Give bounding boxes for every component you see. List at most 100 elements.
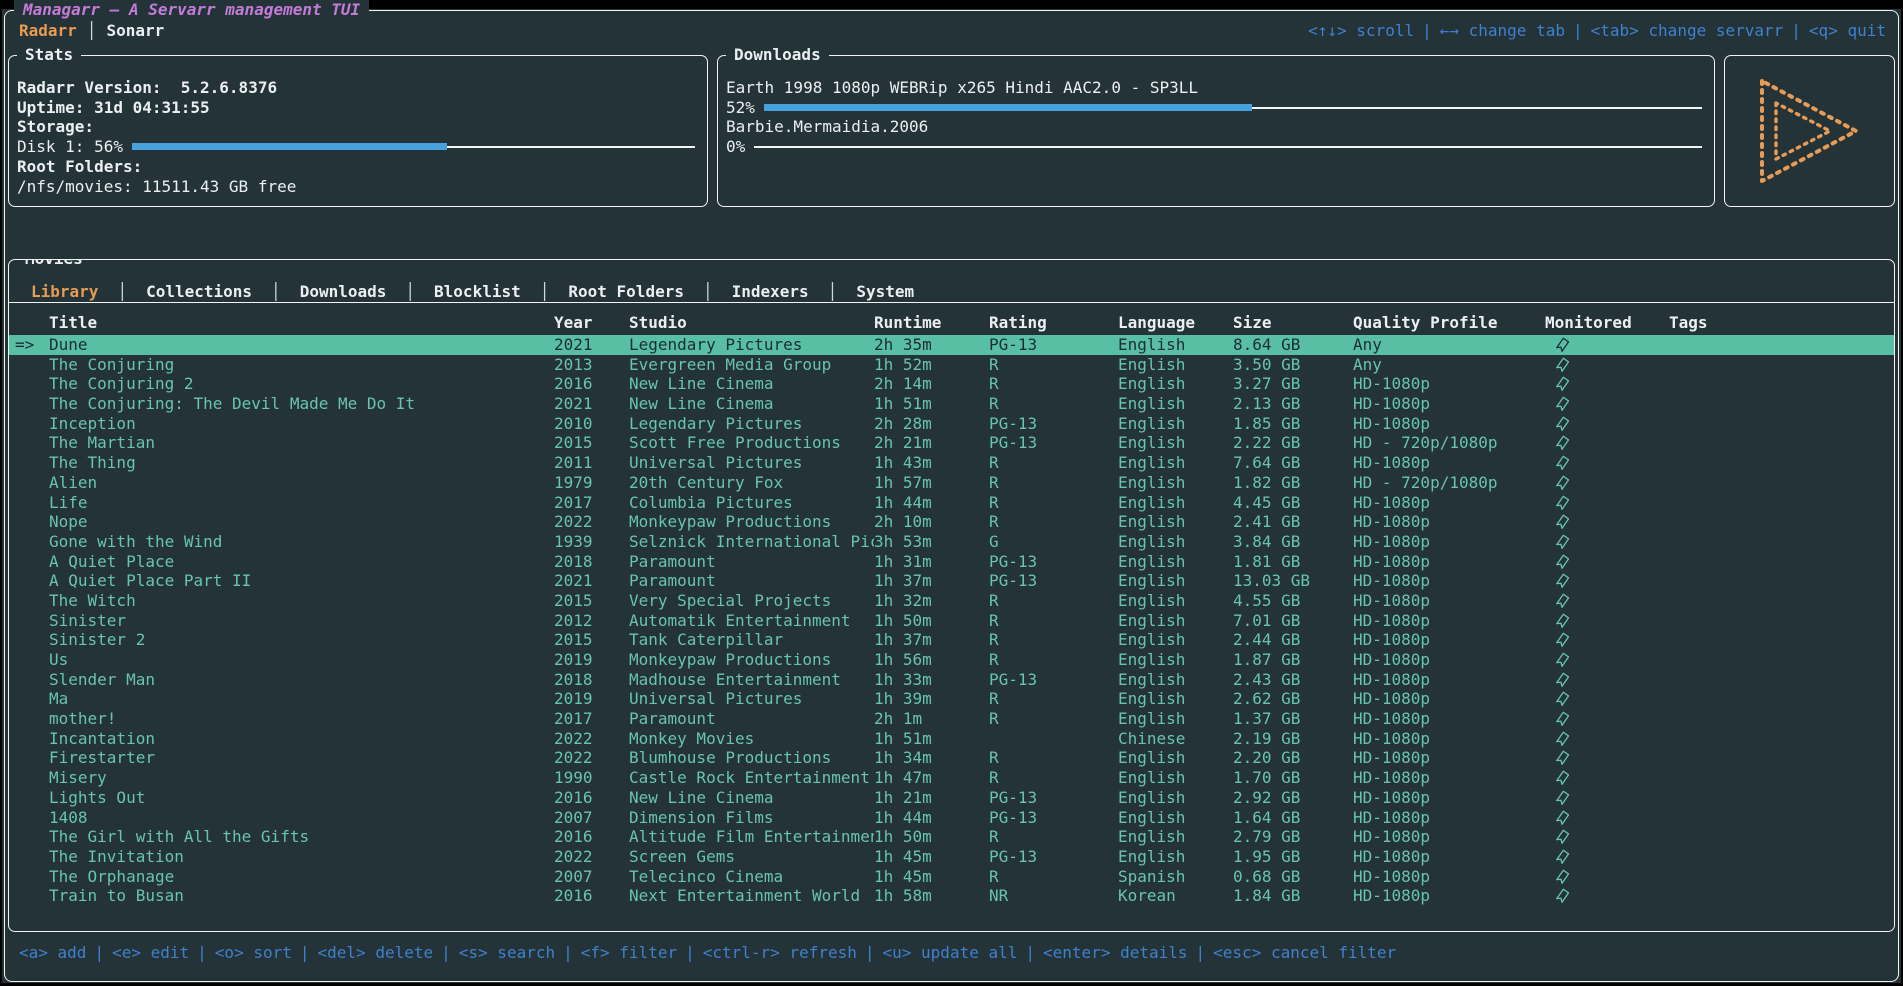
movie-row-a-quiet-place[interactable]: A Quiet Place2018Paramount1h 31mPG-13Eng… xyxy=(9,552,1894,572)
movie-row-ma[interactable]: Ma2019Universal Pictures1h 39mREnglish2.… xyxy=(9,689,1894,709)
hint-separator: | xyxy=(1414,21,1440,40)
movie-row-the-martian[interactable]: The Martian2015Scott Free Productions2h … xyxy=(9,433,1894,453)
cell: 2016 xyxy=(554,886,629,906)
download-item-name: Barbie.Mermaidia.2006 xyxy=(726,117,1702,137)
hint-label: refresh xyxy=(780,943,857,962)
cell: HD-1080p xyxy=(1353,788,1545,808)
cell: 2.62 GB xyxy=(1233,689,1353,709)
movie-row-the-orphanage[interactable]: The Orphanage2007Telecinco Cinema1h 45mR… xyxy=(9,867,1894,887)
monitored-bookmark-icon xyxy=(1555,750,1570,766)
movie-row-alien[interactable]: Alien197920th Century Fox1h 57mREnglish1… xyxy=(9,473,1894,493)
hint-separator: | xyxy=(1188,943,1214,962)
cell: 2.13 GB xyxy=(1233,394,1353,414)
monitored-cell xyxy=(1545,729,1669,749)
movie-row-us[interactable]: Us2019Monkeypaw Productions1h 56mREnglis… xyxy=(9,650,1894,670)
hint-separator: | xyxy=(857,943,883,962)
tab-divider: │ xyxy=(529,282,561,301)
movie-row-the-invitation[interactable]: The Invitation2022Screen Gems1h 45mPG-13… xyxy=(9,847,1894,867)
monitored-bookmark-icon xyxy=(1555,632,1570,648)
cell: English xyxy=(1118,552,1233,572)
monitored-bookmark-icon xyxy=(1555,691,1570,707)
cell: HD-1080p xyxy=(1353,512,1545,532)
cell: 1h 37m xyxy=(874,630,989,650)
tags-cell xyxy=(1669,552,1894,572)
movie-row-nope[interactable]: Nope2022Monkeypaw Productions2h 10mREngl… xyxy=(9,512,1894,532)
cell: Life xyxy=(49,493,554,513)
movie-row-sinister[interactable]: Sinister2012Automatik Entertainment1h 50… xyxy=(9,611,1894,631)
cell: English xyxy=(1118,650,1233,670)
movie-row-lights-out[interactable]: Lights Out2016New Line Cinema1h 21mPG-13… xyxy=(9,788,1894,808)
monitored-bookmark-icon xyxy=(1555,672,1570,688)
tags-cell xyxy=(1669,571,1894,591)
cell: Monkey Movies xyxy=(629,729,874,749)
servarr-tab-radarr[interactable]: Radarr xyxy=(11,21,85,40)
cell: 2h 35m xyxy=(874,335,989,355)
cell: HD-1080p xyxy=(1353,748,1545,768)
movies-tab-downloads[interactable]: Downloads xyxy=(292,282,395,301)
movie-row-the-thing[interactable]: The Thing2011Universal Pictures1h 43mREn… xyxy=(9,453,1894,473)
cell: Any xyxy=(1353,355,1545,375)
root-folder-entry: /nfs/movies: 11511.43 GB free xyxy=(17,177,695,197)
monitored-bookmark-icon xyxy=(1555,554,1570,570)
cell: 1.81 GB xyxy=(1233,552,1353,572)
servarr-tab-sonarr[interactable]: Sonarr xyxy=(98,21,172,40)
movies-tab-collections[interactable]: Collections xyxy=(138,282,260,301)
column-header-year: Year xyxy=(554,313,629,335)
disk-usage-label: Disk 1: 56% xyxy=(17,137,123,157)
movie-row-train-to-busan[interactable]: Train to Busan2016Next Entertainment Wor… xyxy=(9,886,1894,906)
movie-row-incantation[interactable]: Incantation2022Monkey Movies1h 51mChines… xyxy=(9,729,1894,749)
tab-divider: │ xyxy=(692,282,724,301)
movie-row-mother-[interactable]: mother!2017Paramount2h 1mREnglish1.37 GB… xyxy=(9,709,1894,729)
movie-row-the-conjuring[interactable]: The Conjuring2013Evergreen Media Group1h… xyxy=(9,355,1894,375)
monitored-cell xyxy=(1545,591,1669,611)
cell: PG-13 xyxy=(989,414,1118,434)
movies-tab-blocklist[interactable]: Blocklist xyxy=(426,282,529,301)
hint-key: ←→ xyxy=(1440,21,1459,40)
cell: Dune xyxy=(49,335,554,355)
gauge-fill xyxy=(764,104,1252,111)
movie-row-the-conjuring-2[interactable]: The Conjuring 22016New Line Cinema2h 14m… xyxy=(9,374,1894,394)
movie-row-life[interactable]: Life2017Columbia Pictures1h 44mREnglish4… xyxy=(9,493,1894,513)
movie-row-slender-man[interactable]: Slender Man2018Madhouse Entertainment1h … xyxy=(9,670,1894,690)
hint-key: <del> xyxy=(318,943,366,962)
disk-usage-gauge xyxy=(132,143,695,150)
hint-separator: | xyxy=(1565,21,1591,40)
download-percent-label: 52% xyxy=(726,98,755,118)
downloads-panel: Downloads Earth 1998 1080p WEBRip x265 H… xyxy=(717,55,1715,207)
movies-tab-indexers[interactable]: Indexers xyxy=(724,282,817,301)
cell: English xyxy=(1118,473,1233,493)
top-keybind-hints: <↑↓> scroll|←→ change tab|<tab> change s… xyxy=(1308,21,1886,40)
movie-row-dune[interactable]: =>Dune2021Legendary Pictures2h 35mPG-13E… xyxy=(9,335,1894,355)
movie-row-the-girl-with-all-the-gifts[interactable]: The Girl with All the Gifts2016Altitude … xyxy=(9,827,1894,847)
movie-row-sinister-2[interactable]: Sinister 22015Tank Caterpillar1h 37mREng… xyxy=(9,630,1894,650)
movie-row-inception[interactable]: Inception2010Legendary Pictures2h 28mPG-… xyxy=(9,414,1894,434)
selection-indicator xyxy=(15,768,49,788)
movie-row-firestarter[interactable]: Firestarter2022Blumhouse Productions1h 3… xyxy=(9,748,1894,768)
monitored-cell xyxy=(1545,788,1669,808)
hint-key: <f> xyxy=(581,943,610,962)
movies-tab-root-folders[interactable]: Root Folders xyxy=(560,282,692,301)
movie-row-misery[interactable]: Misery1990Castle Rock Entertainment1h 47… xyxy=(9,768,1894,788)
managarr-app-frame: Managarr — A Servarr management TUI Rada… xyxy=(4,10,1899,982)
movie-row-gone-with-the-wind[interactable]: Gone with the Wind1939Selznick Internati… xyxy=(9,532,1894,552)
cell: 1.87 GB xyxy=(1233,650,1353,670)
monitored-cell xyxy=(1545,414,1669,434)
hint-separator: | xyxy=(86,943,112,962)
movie-row-1408[interactable]: 14082007Dimension Films1h 44mPG-13Englis… xyxy=(9,808,1894,828)
cell: Spanish xyxy=(1118,867,1233,887)
cell: HD-1080p xyxy=(1353,532,1545,552)
tags-cell xyxy=(1669,847,1894,867)
cell: New Line Cinema xyxy=(629,394,874,414)
movie-row-a-quiet-place-part-ii[interactable]: A Quiet Place Part II2021Paramount1h 37m… xyxy=(9,571,1894,591)
hint-key: <s> xyxy=(459,943,488,962)
movie-row-the-conjuring-the-devil-made-me-do-it[interactable]: The Conjuring: The Devil Made Me Do It20… xyxy=(9,394,1894,414)
cell: Any xyxy=(1353,335,1545,355)
cell: PG-13 xyxy=(989,571,1118,591)
movies-tab-library[interactable]: Library xyxy=(23,282,106,301)
tags-cell xyxy=(1669,630,1894,650)
cell: 2021 xyxy=(554,394,629,414)
tags-cell xyxy=(1669,355,1894,375)
cell: English xyxy=(1118,512,1233,532)
movies-tab-system[interactable]: System xyxy=(848,282,922,301)
movie-row-the-witch[interactable]: The Witch2015Very Special Projects1h 32m… xyxy=(9,591,1894,611)
